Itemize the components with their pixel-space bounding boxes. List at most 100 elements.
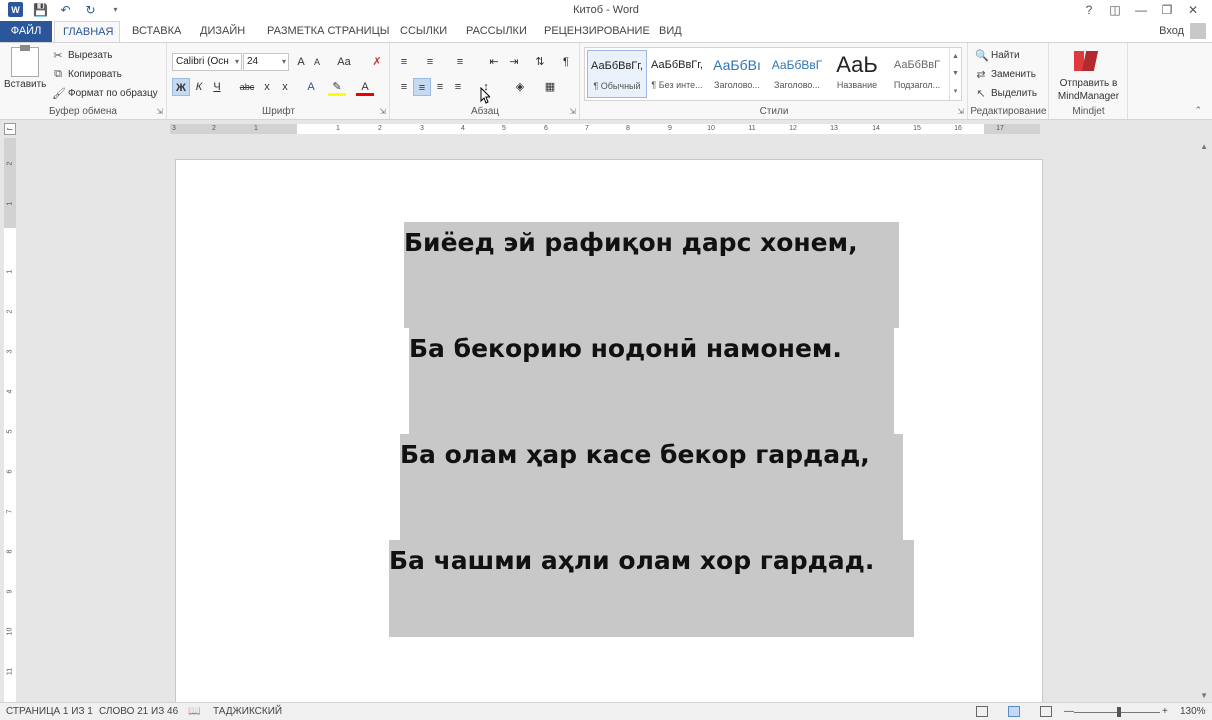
maximize-icon[interactable]: ❐ bbox=[1154, 0, 1180, 20]
editing-group: 🔍 Найти ⇄ Заменить ↖ Выделить Редактиров… bbox=[969, 43, 1049, 119]
tab-review[interactable]: РЕЦЕНЗИРОВАНИЕ bbox=[536, 21, 658, 42]
minimize-icon[interactable]: — bbox=[1128, 0, 1154, 20]
chevron-down-icon[interactable]: ▼ bbox=[952, 70, 959, 77]
font-color-icon[interactable]: A bbox=[356, 78, 374, 96]
ruler-tick-label: 7 bbox=[6, 509, 14, 514]
style-normal[interactable]: АаБбВвГг, ¶ Обычный bbox=[587, 50, 647, 98]
subscript-button[interactable]: x bbox=[258, 78, 276, 96]
tab-home[interactable]: ГЛАВНАЯ bbox=[54, 21, 120, 42]
show-marks-icon[interactable]: ¶ bbox=[557, 53, 575, 71]
print-layout-icon[interactable] bbox=[1008, 706, 1020, 717]
close-icon[interactable]: ✕ bbox=[1180, 0, 1206, 20]
gallery-scrollbar[interactable]: ▲ ▼ ▾ bbox=[949, 48, 961, 100]
align-center-icon[interactable]: ≡ bbox=[413, 78, 431, 96]
styles-launcher-icon[interactable]: ⇲ bbox=[957, 107, 964, 116]
status-bar: СТРАНИЦА 1 ИЗ 1 СЛОВО 21 ИЗ 46 📖 ТАДЖИКС… bbox=[0, 702, 1212, 720]
font-name-combo[interactable]: Calibri (Осн ▾ bbox=[172, 53, 242, 71]
send-to-mindmanager-button[interactable]: Отправить в MindManager bbox=[1050, 77, 1127, 103]
ruler-tick-label: 11 bbox=[748, 125, 756, 132]
horizontal-ruler[interactable]: 3 2 1 1 2 3 4 5 6 7 8 9 10 11 12 13 14 15 16 17 bbox=[170, 124, 1040, 134]
format-painter-button[interactable]: 🖌 Формат по образцу bbox=[52, 87, 158, 100]
cut-button[interactable]: ✂ Вырезать bbox=[52, 49, 112, 62]
mindmanager-icon[interactable] bbox=[1074, 49, 1098, 73]
tab-design[interactable]: ДИЗАЙН bbox=[192, 21, 253, 42]
select-button[interactable]: ↖ Выделить bbox=[975, 87, 1037, 100]
shrink-font-button[interactable]: A bbox=[308, 53, 326, 71]
mouse-cursor-icon bbox=[480, 87, 490, 104]
ruler-tick-label: 2 bbox=[378, 125, 382, 132]
style-name: Название bbox=[836, 80, 878, 90]
more-styles-icon[interactable]: ▾ bbox=[954, 87, 958, 95]
proofing-icon[interactable]: 📖 bbox=[188, 706, 200, 717]
find-button[interactable]: 🔍 Найти bbox=[975, 49, 1020, 62]
paste-label: Вставить bbox=[4, 79, 47, 90]
mindjet-group: Отправить в MindManager Mindjet bbox=[1050, 43, 1128, 119]
scroll-up-icon[interactable]: ▲ bbox=[1200, 142, 1208, 151]
ribbon-display-icon[interactable]: ◫ bbox=[1102, 0, 1128, 20]
italic-button[interactable]: К bbox=[190, 78, 208, 96]
style-subtitle[interactable]: АаБбВвГ Подзагол... bbox=[887, 50, 947, 98]
underline-button[interactable]: Ч bbox=[208, 78, 226, 96]
document-page[interactable]: Биёед эй рафиқон дарс хонем, Ба бекорию … bbox=[175, 159, 1043, 702]
web-layout-icon[interactable] bbox=[1040, 706, 1052, 717]
copy-button[interactable]: ⧉ Копировать bbox=[52, 68, 122, 81]
numbering-icon[interactable]: ≡ bbox=[421, 53, 439, 71]
zoom-level[interactable]: 130% bbox=[1180, 706, 1206, 717]
style-no-spacing[interactable]: АаБбВвГг, ¶ Без инте... bbox=[647, 50, 707, 98]
borders-icon[interactable]: ▦ bbox=[541, 78, 559, 96]
justify-icon[interactable]: ≡ bbox=[449, 78, 467, 96]
page-count[interactable]: СТРАНИЦА 1 ИЗ 1 bbox=[6, 706, 93, 717]
superscript-button[interactable]: x bbox=[276, 78, 294, 96]
paste-button[interactable]: Вставить bbox=[4, 45, 47, 90]
multilevel-list-icon[interactable]: ≡ bbox=[451, 53, 469, 71]
tab-mailings[interactable]: РАССЫЛКИ bbox=[458, 21, 535, 42]
avatar[interactable] bbox=[1190, 23, 1206, 39]
zoom-in-icon[interactable]: + bbox=[1162, 706, 1168, 717]
shading-icon[interactable]: ◈ bbox=[511, 78, 529, 96]
clear-formatting-icon[interactable]: ✗ bbox=[368, 53, 386, 71]
align-right-icon[interactable]: ≡ bbox=[431, 78, 449, 96]
vertical-ruler[interactable]: 2 1 1 2 3 4 5 6 7 8 9 10 11 bbox=[4, 138, 16, 702]
style-heading1[interactable]: АаБбВı Заголово... bbox=[707, 50, 767, 98]
align-left-icon[interactable]: ≡ bbox=[395, 78, 413, 96]
font-launcher-icon[interactable]: ⇲ bbox=[379, 107, 386, 116]
tab-page-layout[interactable]: РАЗМЕТКА СТРАНИЦЫ bbox=[259, 21, 397, 42]
tab-selector[interactable]: ⌙ bbox=[4, 123, 16, 135]
ribbon-tabs: ФАЙЛ ГЛАВНАЯ ВСТАВКА ДИЗАЙН РАЗМЕТКА СТР… bbox=[0, 21, 1212, 42]
replace-button[interactable]: ⇄ Заменить bbox=[975, 68, 1036, 81]
style-heading2[interactable]: АаБбВвГ Заголово... bbox=[767, 50, 827, 98]
sign-in-link[interactable]: Вход bbox=[1159, 25, 1184, 37]
strikethrough-button[interactable]: abc bbox=[238, 78, 256, 96]
language-indicator[interactable]: ТАДЖИКСКИЙ bbox=[213, 706, 282, 717]
chevron-up-icon[interactable]: ▲ bbox=[952, 53, 959, 60]
increase-indent-icon[interactable]: ⇥ bbox=[505, 53, 523, 71]
style-title[interactable]: АаЬ Название bbox=[827, 50, 887, 98]
word-count[interactable]: СЛОВО 21 ИЗ 46 bbox=[99, 706, 178, 717]
styles-group-label: Стили bbox=[759, 106, 789, 117]
vertical-scrollbar[interactable]: ▲ ▼ bbox=[1194, 138, 1212, 702]
ruler-tick-label: 5 bbox=[6, 429, 14, 434]
read-mode-icon[interactable] bbox=[976, 706, 988, 717]
text-effects-icon[interactable]: A bbox=[302, 78, 320, 96]
tab-view[interactable]: ВИД bbox=[651, 21, 690, 42]
sort-icon[interactable]: ⇅ bbox=[531, 53, 549, 71]
collapse-ribbon-icon[interactable]: ⌃ bbox=[1194, 105, 1202, 116]
tab-references[interactable]: ССЫЛКИ bbox=[392, 21, 455, 42]
tab-insert[interactable]: ВСТАВКА bbox=[124, 21, 189, 42]
help-button[interactable]: ? bbox=[1076, 0, 1102, 20]
decrease-indent-icon[interactable]: ⇤ bbox=[485, 53, 503, 71]
change-case-button[interactable]: Aa bbox=[332, 53, 356, 71]
replace-label: Заменить bbox=[991, 69, 1036, 80]
bold-button[interactable]: Ж bbox=[172, 78, 190, 96]
zoom-slider-thumb[interactable] bbox=[1117, 707, 1121, 717]
font-size-combo[interactable]: 24 ▾ bbox=[243, 53, 289, 71]
copy-icon: ⧉ bbox=[54, 68, 62, 80]
tab-file[interactable]: ФАЙЛ bbox=[0, 21, 52, 42]
paragraph-launcher-icon[interactable]: ⇲ bbox=[569, 107, 576, 116]
ruler-tick-label: 17 bbox=[996, 125, 1004, 132]
zoom-out-icon[interactable]: — bbox=[1064, 706, 1074, 717]
clipboard-launcher-icon[interactable]: ⇲ bbox=[156, 107, 163, 116]
scroll-down-icon[interactable]: ▼ bbox=[1200, 691, 1208, 700]
bullets-icon[interactable]: ≡ bbox=[395, 53, 413, 71]
highlight-icon[interactable]: ✎ bbox=[328, 78, 346, 96]
